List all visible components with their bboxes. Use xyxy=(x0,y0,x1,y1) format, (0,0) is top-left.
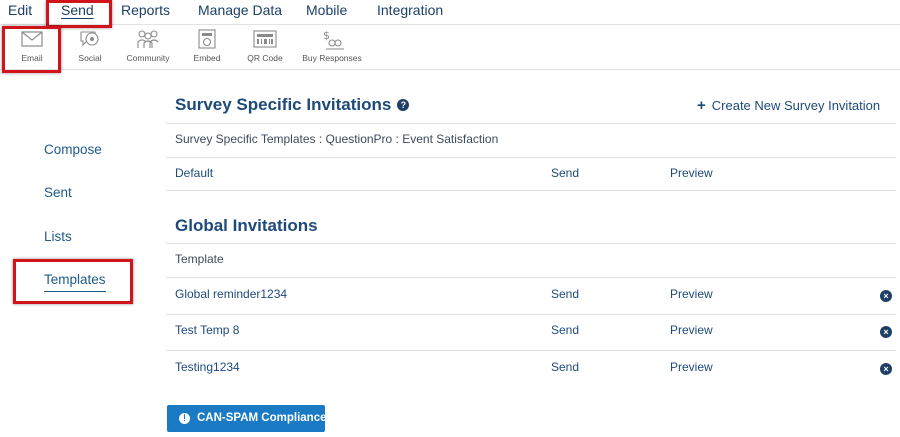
tool-social[interactable]: Social xyxy=(72,28,108,63)
can-spam-compliance-label: CAN-SPAM Compliance xyxy=(197,412,327,424)
survey-specific-heading: Survey Specific Invitations? xyxy=(175,95,410,115)
template-column-header: Template xyxy=(175,252,224,266)
template-name: Test Temp 8 xyxy=(175,323,240,337)
tool-embed-label: Embed xyxy=(193,53,221,63)
info-icon: ! xyxy=(179,413,190,424)
nav-manage-data[interactable]: Manage Data xyxy=(198,2,282,18)
tool-buy-responses-label: Buy Responses xyxy=(302,53,362,63)
preview-link[interactable]: Preview xyxy=(670,360,713,374)
nav-integration[interactable]: Integration xyxy=(377,2,443,18)
divider xyxy=(166,190,896,191)
svg-text:$: $ xyxy=(323,29,330,42)
divider xyxy=(166,243,896,244)
nav-reports[interactable]: Reports xyxy=(121,2,170,18)
tool-qr-code[interactable]: QR Code xyxy=(243,28,287,63)
sidebar-item-compose[interactable]: Compose xyxy=(44,142,102,157)
global-invitations-title: Global Invitations xyxy=(175,216,318,235)
sidebar-item-lists[interactable]: Lists xyxy=(44,229,72,244)
divider xyxy=(166,157,896,158)
top-navigation: Edit Send Reports Manage Data Mobile Int… xyxy=(0,0,900,25)
template-name: Default xyxy=(175,166,214,180)
template-name: Global reminder1234 xyxy=(175,287,288,301)
survey-specific-title: Survey Specific Invitations xyxy=(175,95,392,114)
tool-social-label: Social xyxy=(78,53,102,63)
tool-qr-code-label: QR Code xyxy=(247,53,283,63)
create-survey-invitation-label: Create New Survey Invitation xyxy=(711,98,881,113)
delete-icon[interactable]: × xyxy=(880,290,892,302)
divider xyxy=(166,314,896,315)
tool-embed[interactable]: Embed xyxy=(188,28,226,63)
embed-icon xyxy=(198,29,216,49)
delete-icon[interactable]: × xyxy=(880,326,892,338)
tool-community[interactable]: Community xyxy=(120,28,176,63)
template-name: Testing1234 xyxy=(175,360,240,374)
social-chat-icon xyxy=(80,31,99,47)
divider xyxy=(166,123,896,124)
survey-templates-caption: Survey Specific Templates : QuestionPro … xyxy=(175,132,499,146)
delete-icon[interactable]: × xyxy=(880,363,892,375)
divider xyxy=(166,350,896,351)
templates-highlight-box xyxy=(13,259,133,304)
tool-community-label: Community xyxy=(126,53,170,63)
send-highlight-box xyxy=(46,0,112,28)
email-highlight-box xyxy=(2,26,61,73)
send-link[interactable]: Send xyxy=(551,166,579,180)
can-spam-compliance-button[interactable]: ! CAN-SPAM Compliance xyxy=(167,405,327,432)
help-icon[interactable]: ? xyxy=(397,99,410,111)
preview-link[interactable]: Preview xyxy=(670,323,713,337)
plus-icon: + xyxy=(697,97,706,114)
sidebar-item-sent[interactable]: Sent xyxy=(44,185,72,200)
send-link[interactable]: Send xyxy=(551,323,579,337)
create-survey-invitation-link[interactable]: + Create New Survey Invitation xyxy=(697,97,880,114)
nav-mobile[interactable]: Mobile xyxy=(306,2,347,18)
qr-code-icon xyxy=(253,30,277,48)
divider xyxy=(166,277,896,278)
preview-link[interactable]: Preview xyxy=(670,166,713,180)
send-link[interactable]: Send xyxy=(551,360,579,374)
community-people-icon xyxy=(137,30,159,48)
nav-edit[interactable]: Edit xyxy=(8,2,32,18)
send-toolbar: Email Social Community Embed QR Code $ B… xyxy=(0,26,900,70)
buy-responses-icon: $ xyxy=(323,29,344,50)
send-link[interactable]: Send xyxy=(551,287,579,301)
preview-link[interactable]: Preview xyxy=(670,287,713,301)
tool-buy-responses[interactable]: $ Buy Responses xyxy=(297,28,367,63)
